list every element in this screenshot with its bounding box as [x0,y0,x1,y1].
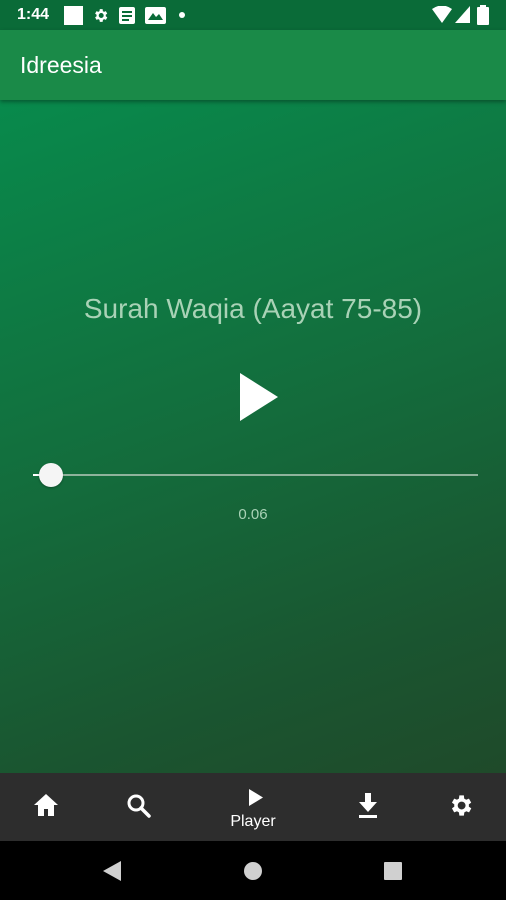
system-navigation-bar [0,841,506,900]
signal-icon [455,6,470,23]
app-bar: Idreesia [0,30,506,100]
battery-icon [477,5,489,25]
bottom-navigation: Player [0,773,506,841]
seek-bar[interactable] [33,474,478,476]
play-button[interactable] [233,372,283,422]
app-title: Idreesia [20,52,102,78]
nav-item-home[interactable] [11,773,81,841]
status-bar: 1:44 [0,0,506,30]
wifi-icon [432,6,452,23]
screen: 1:44 Idreesia Surah Waqia (Aayat 75-85) … [0,0,506,900]
nav-item-player[interactable]: Player [218,773,288,841]
nav-label-player: Player [230,813,276,830]
search-icon [127,794,151,818]
home-icon [34,794,58,816]
settings-gear-icon [451,795,472,816]
status-time: 1:44 [17,6,50,23]
seek-thumb[interactable] [38,463,63,487]
download-icon [359,793,377,818]
track-title: Surah Waqia (Aayat 75-85) [83,293,423,324]
document-icon [119,7,135,24]
play-icon [249,789,263,806]
nav-item-downloads[interactable] [333,773,403,841]
dot-icon [179,12,185,18]
back-icon[interactable] [102,860,122,882]
recents-icon[interactable] [384,862,402,880]
gear-icon [95,9,108,22]
player-panel: Surah Waqia (Aayat 75-85) 0.06 [0,100,506,773]
elapsed-time: 0.06 [238,506,268,523]
nav-item-search[interactable] [103,773,173,841]
home-circle-icon[interactable] [243,861,263,881]
nav-item-settings[interactable] [425,773,495,841]
square-icon [64,6,83,25]
image-icon [145,7,166,24]
